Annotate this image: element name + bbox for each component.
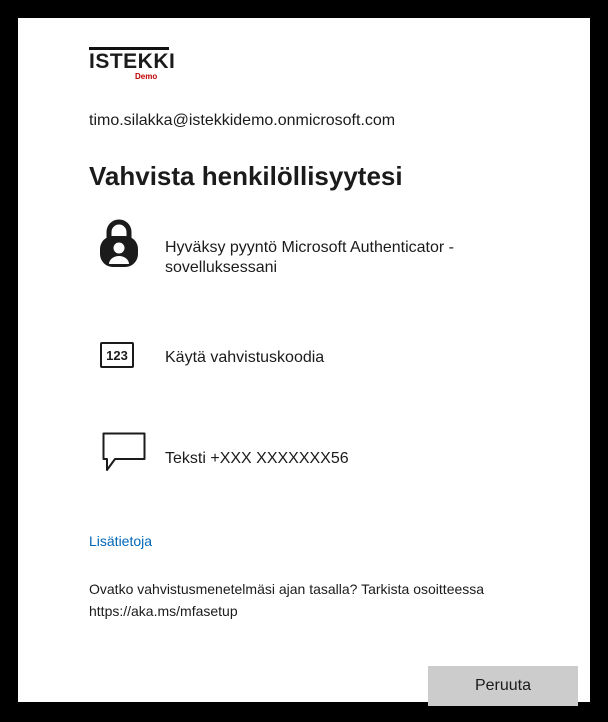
option-authenticator-approve[interactable]: Hyväksy pyyntö Microsoft Authenticator -… <box>89 214 589 284</box>
page-title: Vahvista henkilöllisyytesi <box>89 161 403 191</box>
verification-code-icon-text: 123 <box>100 342 134 368</box>
option-verification-code[interactable]: 123 Käytä vahvistuskoodia <box>89 336 589 382</box>
logo-wordmark: ISTEKKI <box>89 50 176 73</box>
verification-code-icon: 123 <box>100 342 134 368</box>
option-verification-code-label: Käytä vahvistuskoodia <box>165 349 325 366</box>
logo-demo-label: Demo <box>135 72 158 81</box>
option-text-message-label: Teksti +XXX XXXXXXX56 <box>165 450 349 467</box>
option-text-message[interactable]: Teksti +XXX XXXXXXX56 <box>89 430 589 480</box>
more-info-link[interactable]: Lisätietoja <box>89 533 152 549</box>
mfa-setup-hint: Ovatko vahvistusmenetelmäsi ajan tasalla… <box>89 581 485 619</box>
authenticator-lock-icon <box>99 218 139 273</box>
option-authenticator-label: Hyväksy pyyntö Microsoft Authenticator -… <box>165 239 454 276</box>
istekki-logo: ISTEKKI Demo <box>89 47 179 81</box>
cancel-button[interactable]: Peruuta <box>428 666 578 706</box>
message-bubble-icon <box>102 432 146 479</box>
account-email: timo.silakka@istekkidemo.onmicrosoft.com <box>89 112 396 129</box>
signin-card: ISTEKKI Demo timo.silakka@istekkidemo.on… <box>18 18 590 706</box>
